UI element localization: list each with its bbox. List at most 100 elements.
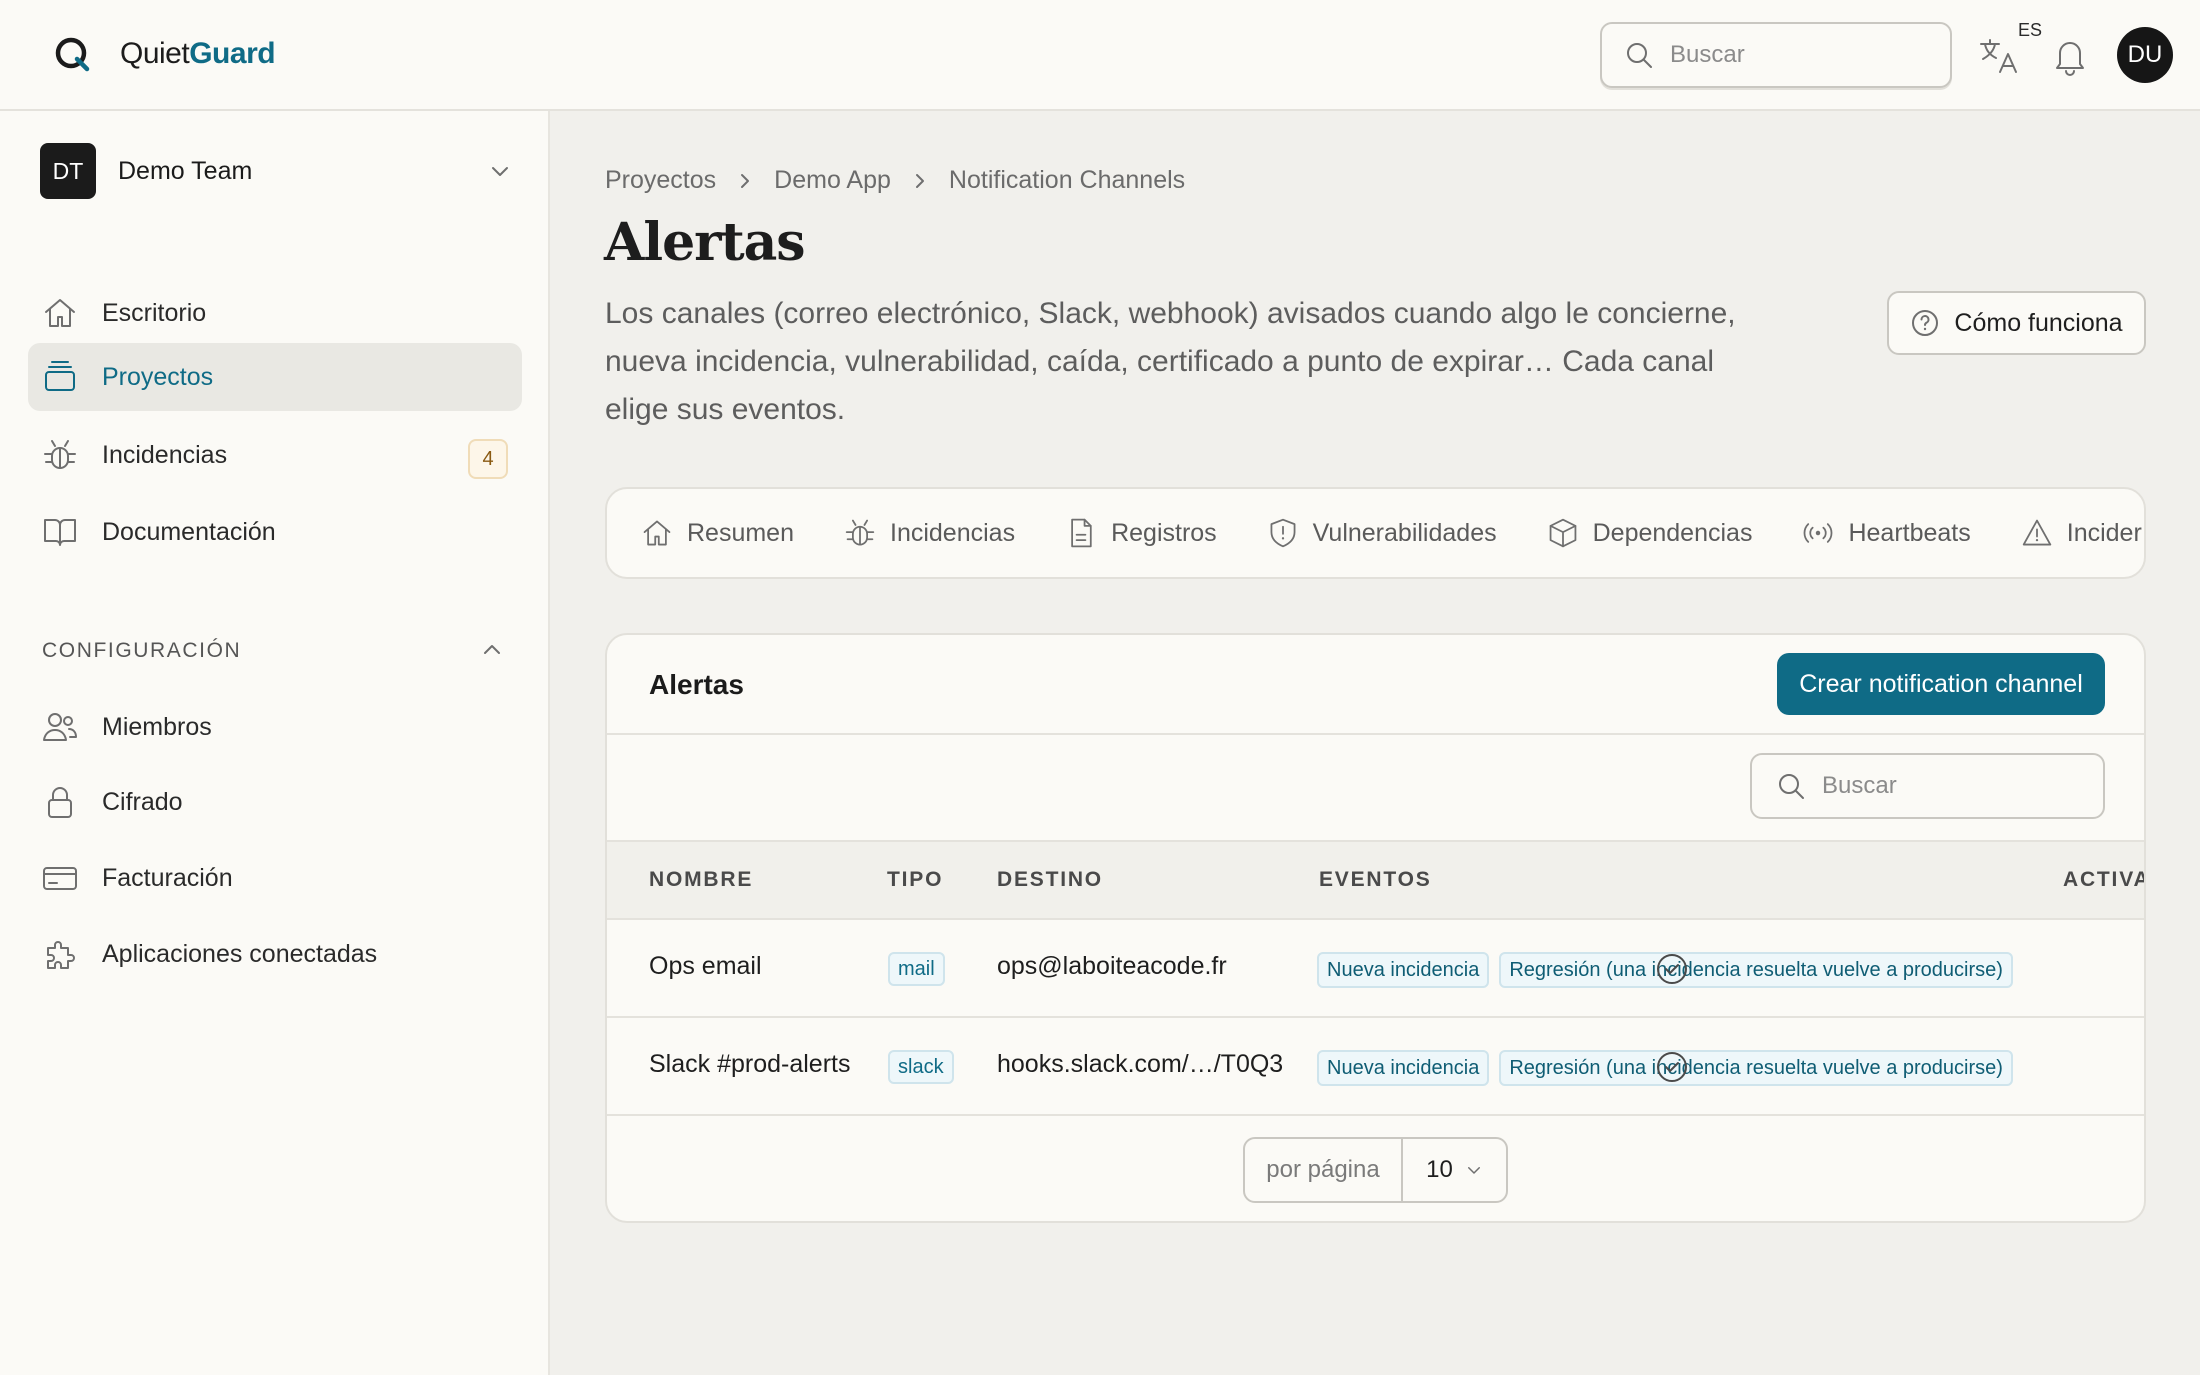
team-switcher[interactable]: DT Demo Team [40,143,520,199]
puzzle-icon [47,941,75,969]
lock-icon [48,787,72,818]
package-icon [1549,518,1576,548]
sidebar-item-label: Proyectos [102,362,214,391]
channel-type-badge: mail [888,952,945,986]
column-header-eventos[interactable]: EVENTOS [1319,868,1432,892]
check-circle-icon [1657,1052,1687,1082]
sidebar-item-miembros[interactable]: Miembros [28,693,522,761]
sidebar-item-label: Documentación [102,517,276,546]
credit-card-icon [43,867,77,890]
tab-label: Dependencias [1592,518,1753,547]
divider [607,733,2144,735]
tab-label: Incidencias [890,518,1016,547]
sidebar-item-aplicaciones[interactable]: Aplicaciones conectadas [28,920,522,988]
sidebar-item-label: Escritorio [102,298,207,327]
how-it-works-button[interactable]: Cómo funciona [1887,291,2146,355]
tab-vulnerabilidades[interactable]: Vulnerabilidades [1267,517,1497,549]
shield-icon [1270,518,1296,548]
language-code[interactable]: ES [2018,20,2042,41]
project-tabs: Resumen Incidencias Registros Vulnerabil… [605,487,2146,579]
channel-type-badge: slack [888,1050,954,1084]
breadcrumb-item-current: Notification Channels [948,166,1186,194]
tab-label: Vulnerabilidades [1312,518,1497,547]
global-search-input[interactable] [1670,41,1920,69]
column-header-destino[interactable]: DESTINO [997,868,1103,892]
check-circle-icon [1657,954,1687,984]
event-badge: Regresión (una incidencia resuelta vuelv… [1499,952,2013,988]
event-badge: Nueva incidencia [1317,952,1490,988]
sidebar-item-documentacion[interactable]: Documentación [28,498,522,566]
brand-logo[interactable]: QuietGuard [52,34,276,74]
translate-icon[interactable] [1978,36,2022,76]
tab-incidencias[interactable]: Incidencias [844,517,1015,549]
event-badge: Regresión (una incidencia resuelta vuelv… [1499,1050,2013,1086]
config-section-title: CONFIGURACIÓN [42,639,242,662]
team-avatar: DT [40,143,96,199]
sidebar-item-label: Miembros [102,712,212,741]
broadcast-icon [1804,523,1833,543]
bell-icon[interactable] [2052,36,2088,76]
per-page-value[interactable]: 10 [1403,1156,1506,1184]
breadcrumb-item-demo-app[interactable]: Demo App [774,166,891,195]
chevron-right-icon [741,173,750,188]
bug-icon [845,519,875,546]
team-name: Demo Team [118,156,253,185]
per-page-select[interactable]: por página 10 [1243,1137,1508,1203]
table-row[interactable]: Slack #prod-alerts slack hooks.slack.com… [607,1018,2144,1116]
search-icon [1779,774,1804,799]
event-badge: Nueva incidencia [1317,1050,1490,1086]
tab-incidentes[interactable]: Incider [2021,517,2142,549]
warning-icon [2022,519,2051,546]
sidebar: DT Demo Team Escritorio Proyectos Incide… [0,111,550,1375]
help-circle-icon [1912,310,1939,336]
chevron-down-icon [1467,1167,1480,1174]
how-it-works-label: Cómo funciona [1954,308,2123,337]
tab-label: Incider [2066,518,2142,547]
global-search[interactable] [1600,22,1952,88]
tab-dependencias[interactable]: Dependencias [1547,517,1753,549]
projects-icon [45,361,75,391]
tab-registros[interactable]: Registros [1065,517,1217,549]
channel-name[interactable]: Ops email [649,952,762,981]
breadcrumb-item-proyectos[interactable]: Proyectos [605,166,716,195]
table-search-input[interactable] [1822,772,2072,800]
chevron-up-icon[interactable] [480,638,504,662]
file-icon [1071,518,1092,548]
bug-icon [44,440,76,469]
table-row[interactable]: Ops email mail ops@laboiteacode.fr Nueva… [607,920,2144,1018]
per-page-number: 10 [1426,1156,1453,1183]
tab-label: Heartbeats [1848,518,1971,547]
members-icon [43,713,77,741]
page-description: Los canales (correo electrónico, Slack, … [605,297,1736,426]
column-header-tipo[interactable]: TIPO [887,868,943,892]
sidebar-item-label: Facturación [102,863,233,892]
alerts-card: Alertas Crear notification channel NOMBR… [605,633,2146,1223]
sidebar-item-escritorio[interactable]: Escritorio [28,279,522,347]
tab-heartbeats[interactable]: Heartbeats [1802,517,1971,549]
incidents-count-badge: 4 [468,439,508,479]
tab-resumen[interactable]: Resumen [641,517,794,549]
logo-mark-icon [55,37,90,72]
sidebar-item-label: Aplicaciones conectadas [102,939,378,968]
per-page-label: por página [1245,1139,1403,1201]
table-header: NOMBRE TIPO DESTINO EVENTOS ACTIVA [607,840,2144,920]
column-header-nombre[interactable]: NOMBRE [649,868,753,892]
sidebar-item-label: Incidencias [102,440,228,469]
card-title: Alertas [649,669,744,700]
breadcrumb: Proyectos Demo App Notification Channels [605,166,1185,195]
user-avatar[interactable]: DU [2117,27,2173,83]
column-header-activa[interactable]: ACTIVA [2063,868,2144,892]
sidebar-item-facturacion[interactable]: Facturación [28,844,522,912]
create-notification-channel-button[interactable]: Crear notification channel [1777,653,2105,715]
sidebar-item-incidencias[interactable]: Incidencias 4 [28,421,522,489]
sidebar-item-label: Cifrado [102,787,183,816]
top-header: QuietGuard ES DU [0,0,2200,111]
home-icon [643,520,671,546]
sidebar-item-cifrado[interactable]: Cifrado [28,768,522,836]
home-icon [45,299,75,327]
channel-name[interactable]: Slack #prod-alerts [649,1050,850,1079]
sidebar-item-proyectos[interactable]: Proyectos [28,343,522,411]
table-search[interactable] [1750,753,2105,819]
book-icon [44,519,76,546]
chevron-down-icon [492,167,508,176]
